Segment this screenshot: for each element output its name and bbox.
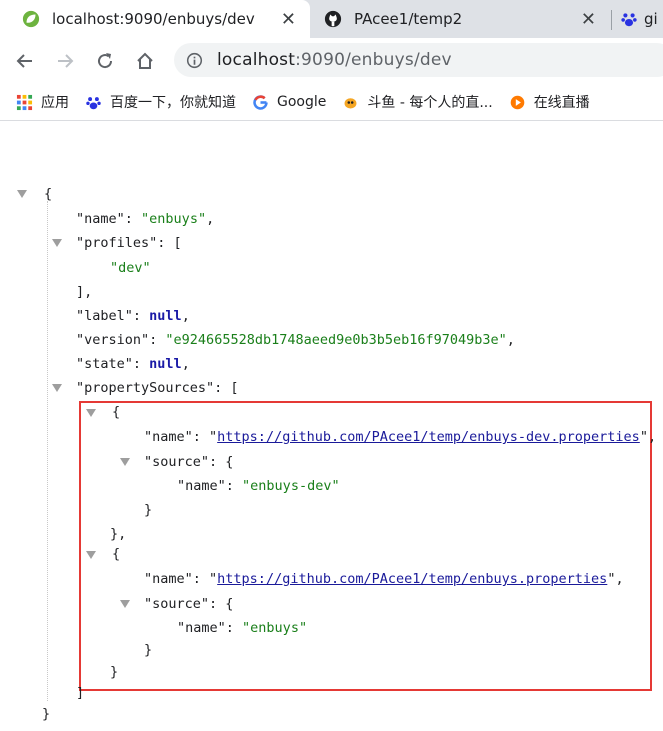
baidu-paw-icon — [86, 96, 101, 109]
json-string: "enbuys" — [141, 211, 207, 227]
json-key: "name" — [144, 571, 193, 587]
bookmark-apps[interactable]: 应用 — [16, 92, 69, 112]
json-line: "name": "enbuys-dev" — [177, 478, 340, 494]
json-key: "propertySources" — [76, 380, 215, 396]
json-line: "name": "enbuys" — [177, 620, 308, 636]
json-line: } — [144, 502, 153, 518]
json-line: ], — [76, 284, 93, 300]
json-line: "name": "enbuys", — [76, 211, 215, 227]
bookmark-label: 百度一下，你就知道 — [110, 95, 236, 111]
indent-guide — [47, 201, 48, 701]
json-line: "version": "e924665528db1748aeed9e0b3b5e… — [76, 332, 515, 348]
json-line: } — [110, 664, 119, 680]
github-icon — [324, 10, 342, 28]
tab-title: PAcee1/temp2 — [354, 10, 463, 28]
json-link[interactable]: https://github.com/PAcee1/temp/enbuys-de… — [217, 429, 640, 445]
close-tab-icon[interactable]: ✕ — [281, 9, 296, 30]
back-button[interactable] — [10, 46, 40, 76]
json-null: null — [149, 308, 182, 324]
tab-partial[interactable]: gi — [614, 0, 663, 38]
bookmark-label: 斗鱼 - 每个人的直... — [367, 95, 493, 111]
tab-separator — [611, 10, 612, 30]
json-key: "profiles" — [76, 235, 158, 251]
json-line: "dev" — [110, 259, 151, 277]
arrow-right-icon — [58, 54, 74, 68]
json-key: "version" — [76, 332, 150, 348]
json-key: "name" — [177, 620, 226, 636]
json-string: "dev" — [110, 260, 151, 276]
json-key: "name" — [76, 211, 125, 227]
google-g-icon — [253, 94, 268, 110]
live-icon — [510, 95, 524, 109]
json-line: "profiles": [ — [76, 235, 182, 251]
json-line: } — [144, 642, 153, 658]
collapse-toggle[interactable] — [120, 600, 130, 608]
json-key: "source" — [144, 596, 210, 612]
info-icon[interactable] — [186, 52, 203, 69]
json-string: "enbuys-dev" — [242, 478, 340, 494]
json-line: "propertySources": [ — [76, 380, 239, 396]
bookmark-live[interactable]: 在线直播 — [509, 92, 590, 112]
json-line: "name": "https://github.com/PAcee1/temp/… — [144, 429, 657, 445]
forward-button[interactable] — [50, 46, 80, 76]
collapse-toggle[interactable] — [52, 384, 62, 392]
collapse-toggle[interactable] — [86, 409, 96, 417]
reload-button[interactable] — [90, 46, 120, 76]
json-line: { — [112, 404, 121, 420]
tab-localhost[interactable]: localhost:9090/enbuys/dev ✕ — [0, 0, 310, 38]
json-line: ] — [76, 685, 85, 701]
collapse-toggle[interactable] — [120, 458, 130, 466]
json-string: "e924665528db1748aeed9e0b3b5eb16f97049b3… — [165, 332, 507, 348]
json-null: null — [149, 356, 182, 372]
address-bar[interactable]: localhost:9090/enbuys/dev — [174, 43, 663, 77]
json-line: { — [112, 546, 121, 562]
bookmark-google[interactable]: Google — [252, 94, 326, 111]
tab-title: gi — [644, 10, 658, 28]
reload-icon — [98, 53, 113, 69]
collapse-toggle[interactable] — [52, 239, 62, 247]
home-icon — [137, 52, 153, 69]
json-line: { — [44, 186, 53, 202]
bookmark-baidu[interactable]: 百度一下，你就知道 — [85, 92, 236, 112]
tab-github[interactable]: PAcee1/temp2 ✕ — [314, 0, 610, 38]
url-host: localhost — [217, 50, 296, 70]
browser-toolbar: localhost:9090/enbuys/dev — [0, 38, 663, 84]
json-key: "state" — [76, 356, 133, 372]
json-line: }, — [110, 526, 127, 542]
arrow-left-icon — [16, 54, 32, 68]
url-path: :9090/enbuys/dev — [295, 50, 452, 70]
apps-grid-icon — [16, 94, 33, 110]
json-link[interactable]: https://github.com/PAcee1/temp/enbuys.pr… — [217, 571, 607, 587]
json-key: "source" — [144, 454, 210, 470]
json-line: "name": "https://github.com/PAcee1/temp/… — [144, 571, 624, 587]
bookmarks-bar: 应用 百度一下，你就知道 Google 斗鱼 - 每个人的直... 在线直播 — [0, 84, 663, 121]
json-key: "label" — [76, 308, 133, 324]
json-line: } — [42, 706, 51, 722]
tab-title: localhost:9090/enbuys/dev — [52, 10, 255, 28]
bookmark-douyu[interactable]: 斗鱼 - 每个人的直... — [342, 92, 493, 112]
json-viewer: { "name": "enbuys", "profiles": [ "dev" … — [0, 121, 663, 731]
spring-leaf-icon — [22, 10, 40, 28]
json-line: "state": null, — [76, 356, 190, 372]
baidu-paw-icon — [621, 13, 637, 27]
bookmark-label: 在线直播 — [533, 95, 590, 111]
json-line: "source": { — [144, 454, 234, 470]
json-line: "label": null, — [76, 308, 190, 324]
close-tab-icon[interactable]: ✕ — [581, 9, 596, 30]
json-string: "enbuys" — [242, 620, 308, 636]
json-line: "source": { — [144, 596, 234, 612]
json-key: "name" — [177, 478, 226, 494]
bookmark-label: 应用 — [41, 95, 69, 111]
douyu-fish-icon — [344, 97, 357, 108]
tab-strip: localhost:9090/enbuys/dev ✕ PAcee1/temp2… — [0, 0, 663, 38]
home-button[interactable] — [130, 46, 160, 76]
bookmark-label: Google — [277, 94, 327, 110]
collapse-toggle[interactable] — [86, 551, 96, 559]
url-text[interactable]: localhost:9090/enbuys/dev — [217, 50, 452, 70]
json-key: "name" — [144, 429, 193, 445]
collapse-toggle[interactable] — [17, 190, 27, 198]
